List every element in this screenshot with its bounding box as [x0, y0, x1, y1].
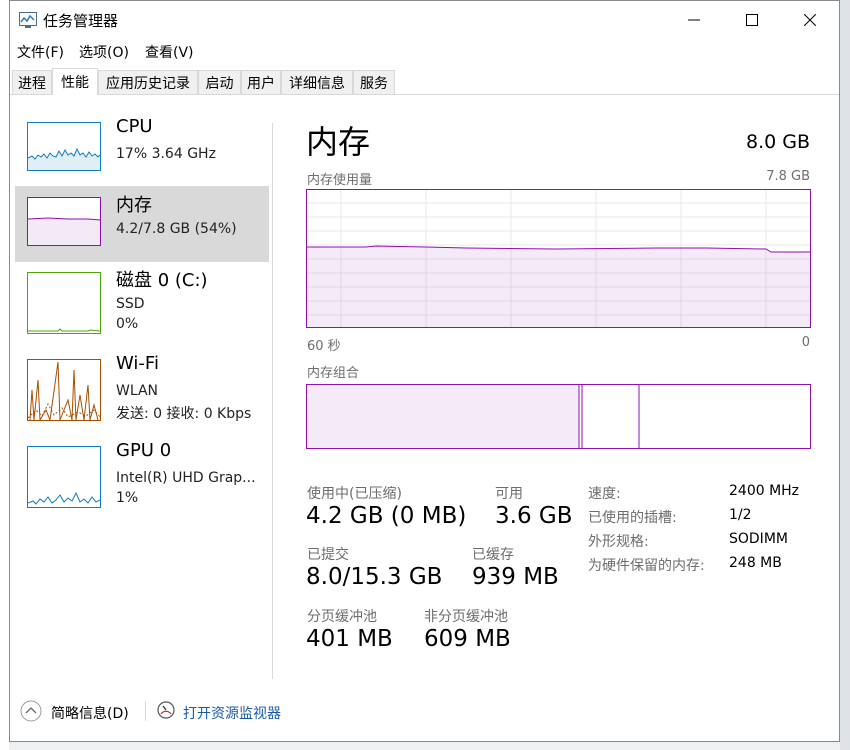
prop-reserved-label: 为硬件保留的内存:: [588, 558, 705, 574]
memory-composition-label: 内存组合: [307, 366, 360, 381]
memory-thumbnail-graph: [27, 197, 101, 246]
disk-thumbnail-graph: [27, 272, 101, 334]
stat-nonpaged-pool-label: 非分页缓冲池: [424, 609, 508, 625]
prop-slots-label: 已使用的插槽:: [588, 510, 677, 526]
brief-details-button[interactable]: 简略信息(D): [51, 703, 129, 723]
tab-app-history[interactable]: 应用历史记录: [98, 70, 198, 94]
wifi-thumbnail-graph: [27, 359, 101, 421]
tab-users[interactable]: 用户: [241, 70, 281, 94]
stat-committed-label: 已提交: [307, 547, 349, 563]
sidebar-gpu-title: GPU 0: [116, 440, 172, 461]
background-window-edge: [0, 0, 9, 750]
stat-cached-label: 已缓存: [472, 547, 514, 563]
sidebar-memory-usage: 4.2/7.8 GB (54%): [116, 221, 237, 237]
sidebar-memory-title: 内存: [116, 195, 152, 216]
menu-bar: 文件(F) 选项(O) 查看(V): [10, 39, 839, 65]
sidebar-wifi-title: Wi-Fi: [116, 353, 159, 374]
memory-usage-label: 内存使用量: [307, 173, 373, 188]
tab-startup[interactable]: 启动: [198, 70, 241, 94]
stat-nonpaged-pool-value: 609 MB: [424, 626, 511, 652]
close-icon: [804, 14, 816, 26]
performance-panel: CPU 17% 3.64 GHz 内存 4.2/7.8 GB (54%) 磁盘 …: [10, 95, 839, 680]
sidebar-disk-type: SSD: [116, 296, 145, 312]
close-button[interactable]: [781, 1, 839, 39]
window-title: 任务管理器: [43, 12, 119, 30]
stat-in-use-label: 使用中(已压缩): [307, 486, 402, 502]
gpu-thumbnail-graph: [27, 446, 101, 508]
prop-reserved-value: 248 MB: [729, 555, 782, 571]
tab-strip: 进程 性能 应用历史记录 启动 用户 详细信息 服务: [10, 68, 839, 95]
footer-separator: [145, 701, 146, 721]
menu-view[interactable]: 查看(V): [145, 42, 194, 62]
sidebar-disk-usage: 0%: [116, 316, 139, 332]
graph-time-left: 60 秒: [307, 339, 341, 354]
prop-slots-value: 1/2: [729, 507, 752, 523]
minimize-icon: [688, 19, 700, 21]
task-manager-window: 任务管理器 文件(F) 选项(O) 查看(V) 进程 性能 应用历史记录 启动 …: [9, 0, 840, 742]
memory-heading: 内存: [306, 123, 371, 161]
background-window-right: [840, 0, 850, 750]
sidebar-disk-title: 磁盘 0 (C:): [116, 270, 208, 291]
sidebar-cpu-usage: 17% 3.64 GHz: [116, 146, 216, 162]
tab-details[interactable]: 详细信息: [281, 70, 353, 94]
memory-total: 8.0 GB: [745, 131, 810, 153]
sidebar-item-memory[interactable]: 内存 4.2/7.8 GB (54%): [15, 186, 269, 262]
stat-available-value: 3.6 GB: [495, 503, 573, 529]
sidebar-gpu-model: Intel(R) UHD Grap...: [116, 470, 256, 486]
sidebar-item-disk[interactable]: 磁盘 0 (C:) SSD 0%: [15, 261, 269, 337]
stat-paged-pool-value: 401 MB: [306, 626, 393, 652]
prop-form-factor-label: 外形规格:: [588, 534, 649, 550]
tab-services[interactable]: 服务: [353, 70, 395, 94]
sidebar-wifi-adapter: WLAN: [116, 383, 159, 399]
sidebar-gpu-usage: 1%: [116, 490, 139, 506]
resource-monitor-icon: [157, 701, 175, 719]
memory-usage-max: 7.8 GB: [766, 169, 810, 184]
maximize-icon: [746, 14, 758, 26]
prop-form-factor-value: SODIMM: [729, 531, 788, 547]
graph-time-right: 0: [801, 335, 810, 350]
stat-available-label: 可用: [495, 486, 523, 502]
sidebar-wifi-throughput: 发送: 0 接收: 0 Kbps: [116, 406, 252, 422]
menu-options[interactable]: 选项(O): [79, 42, 129, 62]
stat-committed-value: 8.0/15.3 GB: [306, 564, 443, 590]
panel-divider: [272, 123, 273, 679]
memory-usage-graph: [306, 189, 811, 328]
stat-paged-pool-label: 分页缓冲池: [307, 609, 377, 625]
sidebar-cpu-title: CPU: [116, 116, 153, 137]
collapse-chevron-icon[interactable]: [20, 700, 42, 722]
task-manager-app-icon: [19, 12, 37, 28]
maximize-button[interactable]: [723, 1, 781, 39]
menu-file[interactable]: 文件(F): [17, 42, 64, 62]
prop-speed-label: 速度:: [588, 486, 621, 502]
minimize-button[interactable]: [665, 1, 723, 39]
sidebar-item-cpu[interactable]: CPU 17% 3.64 GHz: [15, 111, 269, 187]
sidebar-item-gpu[interactable]: GPU 0 Intel(R) UHD Grap... 1%: [15, 435, 269, 511]
sidebar-item-wifi[interactable]: Wi-Fi WLAN 发送: 0 接收: 0 Kbps: [15, 348, 269, 424]
open-resource-monitor-link[interactable]: 打开资源监视器: [183, 703, 281, 723]
title-bar: 任务管理器: [10, 1, 839, 39]
tab-performance[interactable]: 性能: [52, 68, 98, 95]
stat-cached-value: 939 MB: [472, 564, 559, 590]
tab-processes[interactable]: 进程: [12, 70, 52, 94]
cpu-thumbnail-graph: [27, 122, 101, 171]
memory-composition-bar: [306, 384, 811, 449]
stat-in-use-value: 4.2 GB (0 MB): [306, 503, 467, 529]
prop-speed-value: 2400 MHz: [729, 483, 800, 499]
footer-bar: 简略信息(D) 打开资源监视器: [10, 695, 839, 731]
